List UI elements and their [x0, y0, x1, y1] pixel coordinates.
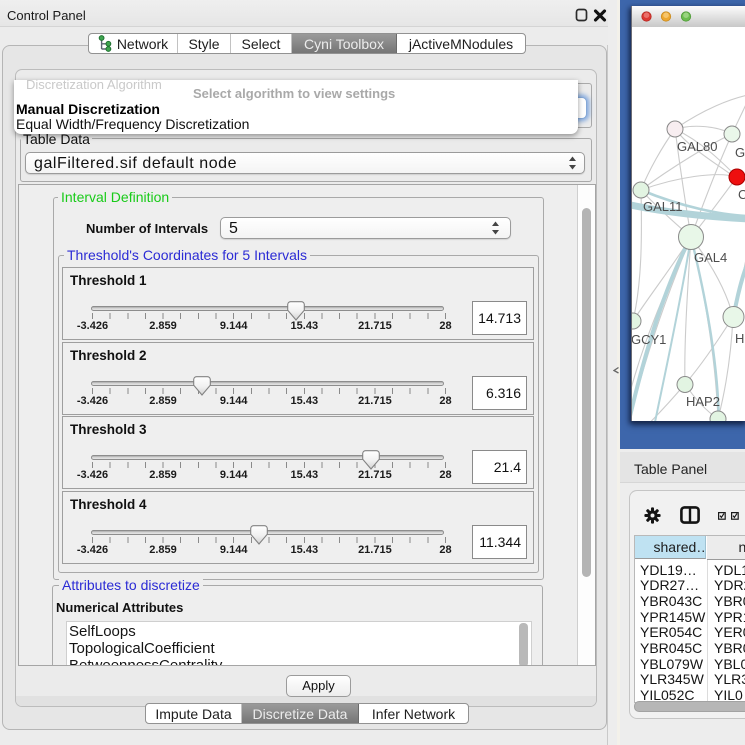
- svg-text:C: C: [738, 187, 745, 202]
- svg-text:GA: GA: [735, 145, 745, 160]
- svg-text:GCY1: GCY1: [632, 332, 666, 347]
- svg-text:GAL80: GAL80: [677, 139, 717, 154]
- svg-text:HAP2: HAP2: [686, 394, 720, 409]
- svg-text:GAL4: GAL4: [694, 250, 727, 265]
- svg-text:GAL11: GAL11: [643, 199, 683, 214]
- svg-text:H: H: [735, 331, 744, 346]
